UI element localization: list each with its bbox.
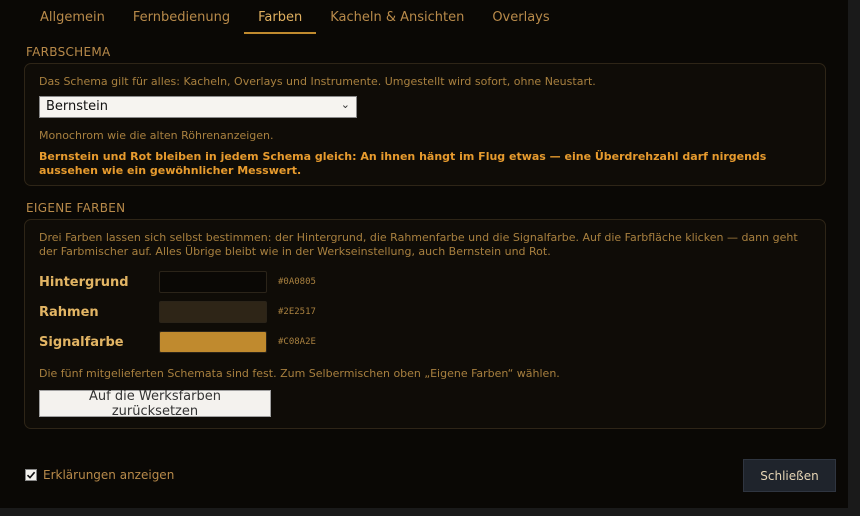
checkmark-icon [26, 471, 36, 479]
color-label-rahmen: Rahmen [39, 304, 99, 320]
reset-colors-button[interactable]: Auf die Werksfarben zurücksetzen [39, 389, 271, 419]
tab-fernbedienung[interactable]: Fernbedienung [119, 0, 244, 34]
color-row-hintergrund: Hintergrund #0A0805 [39, 270, 316, 294]
scheme-select[interactable]: Bernstein ⌄ [39, 96, 357, 118]
tab-allgemein[interactable]: Allgemein [26, 0, 119, 34]
show-explanations-label: Erklärungen anzeigen [43, 468, 175, 482]
farbschema-heading: FARBSCHEMA [26, 45, 111, 59]
swatch-hintergrund[interactable] [159, 271, 267, 293]
scheme-warning: Bernstein und Rot bleiben in jedem Schem… [39, 150, 767, 177]
eigene-farben-note: Die fünf mitgelieferten Schemata sind fe… [39, 367, 560, 380]
show-explanations-toggle[interactable]: Erklärungen anzeigen [25, 468, 174, 482]
farbschema-panel: Das Schema gilt für alles: Kacheln, Over… [24, 63, 826, 186]
farbschema-description: Das Schema gilt für alles: Kacheln, Over… [39, 75, 596, 88]
color-label-hintergrund: Hintergrund [39, 274, 129, 290]
tab-overlays[interactable]: Overlays [478, 0, 563, 34]
chevron-down-icon: ⌄ [340, 98, 350, 111]
show-explanations-checkbox[interactable] [25, 469, 37, 481]
color-label-signalfarbe: Signalfarbe [39, 334, 124, 350]
tab-farben[interactable]: Farben [244, 0, 317, 34]
hex-signalfarbe: #C08A2E [278, 337, 316, 347]
color-row-signalfarbe: Signalfarbe #C08A2E [39, 330, 316, 354]
color-row-rahmen: Rahmen #2E2517 [39, 300, 316, 324]
hex-rahmen: #2E2517 [278, 307, 316, 317]
eigene-farben-heading: EIGENE FARBEN [26, 201, 126, 215]
close-button[interactable]: Schließen [743, 459, 836, 492]
hex-hintergrund: #0A0805 [278, 277, 316, 287]
window-edge-right [848, 0, 860, 516]
eigene-farben-description: Drei Farben lassen sich selbst bestimmen… [39, 231, 798, 258]
swatch-signalfarbe[interactable] [159, 331, 267, 353]
scheme-hint: Monochrom wie die alten Röhrenanzeigen. [39, 129, 274, 142]
tab-bar: Allgemein Fernbedienung Farben Kacheln &… [26, 0, 564, 34]
swatch-rahmen[interactable] [159, 301, 267, 323]
window-edge-bottom [0, 508, 860, 516]
eigene-farben-panel: Drei Farben lassen sich selbst bestimmen… [24, 219, 826, 429]
tab-kacheln-ansichten[interactable]: Kacheln & Ansichten [316, 0, 478, 34]
scheme-select-value: Bernstein [46, 99, 108, 114]
